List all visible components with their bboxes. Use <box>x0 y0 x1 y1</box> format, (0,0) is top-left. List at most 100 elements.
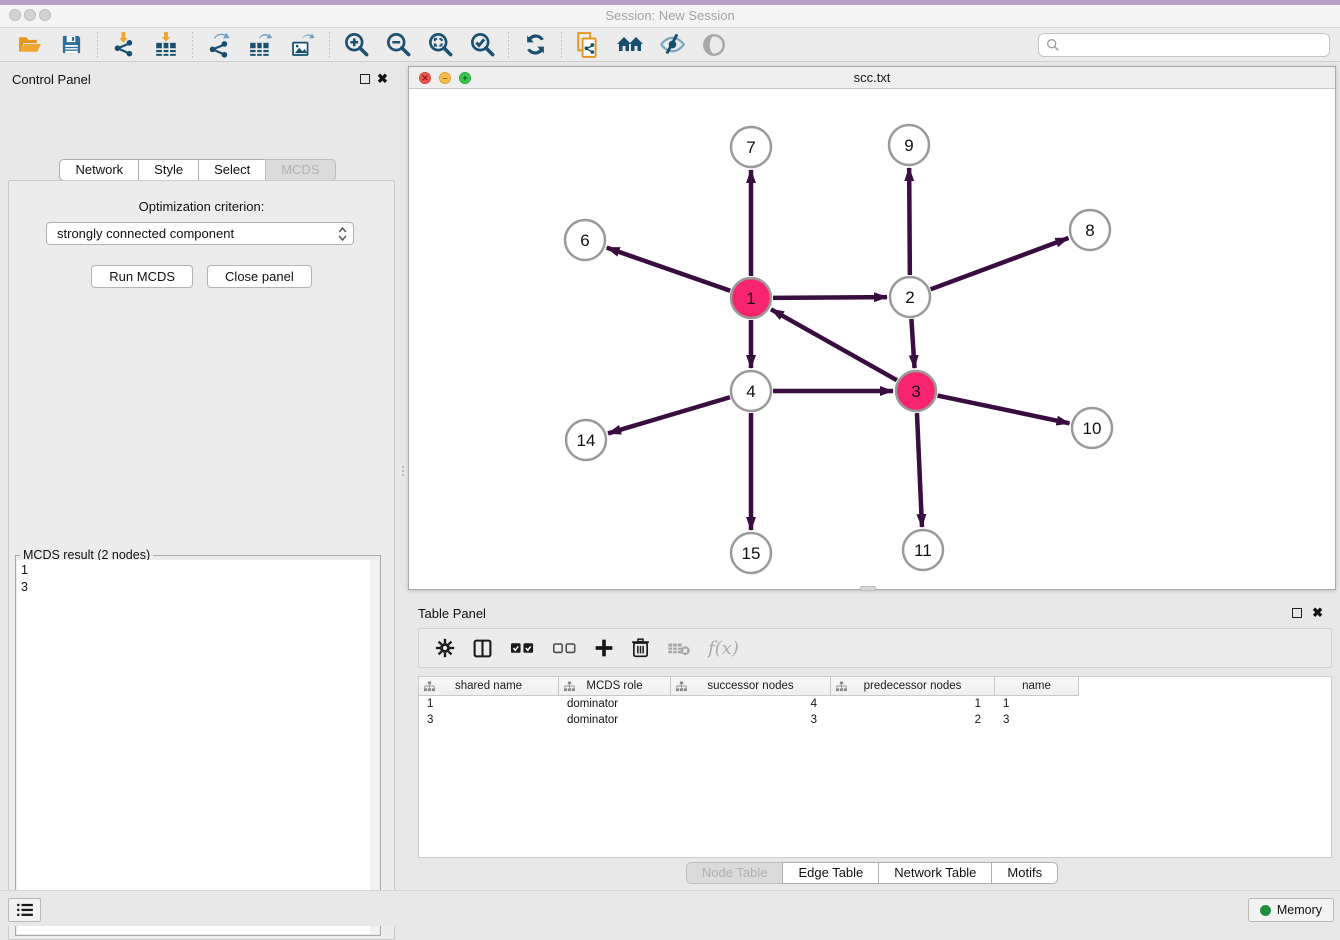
close-panel-button[interactable]: Close panel <box>207 265 312 288</box>
toolbar-separator <box>508 32 509 58</box>
quick-search-box[interactable] <box>1038 33 1330 57</box>
graph-edge-2-3[interactable] <box>911 319 914 368</box>
graph-edge-3-11[interactable] <box>917 413 922 527</box>
cell-name[interactable]: 3 <box>995 712 1079 728</box>
home-layout-button[interactable] <box>615 30 645 60</box>
eye-icon-disabled <box>701 32 727 58</box>
horizontal-splitter-handle[interactable] <box>860 586 876 591</box>
import-table-button[interactable] <box>151 30 181 60</box>
cell-shared_name[interactable]: 1 <box>419 696 559 712</box>
tab-mcds[interactable]: MCDS <box>265 159 335 181</box>
search-input[interactable] <box>1060 38 1329 52</box>
column-header-name[interactable]: name <box>995 677 1079 696</box>
deselect-all-checkboxes-icon[interactable] <box>552 641 577 655</box>
cell-mcds_role[interactable]: dominator <box>559 696 671 712</box>
network-window-titlebar[interactable]: ✕ – + scc.txt <box>409 67 1335 89</box>
graph-node-6[interactable]: 6 <box>565 220 605 260</box>
graph-node-label: 3 <box>911 382 920 401</box>
export-image-button[interactable] <box>288 30 318 60</box>
cell-mcds_role[interactable]: dominator <box>559 712 671 728</box>
column-selector-icon[interactable] <box>472 638 493 659</box>
memory-button[interactable]: Memory <box>1248 898 1334 922</box>
column-header-predecessor-nodes[interactable]: predecessor nodes <box>831 677 995 696</box>
graph-node-4[interactable]: 4 <box>731 371 771 411</box>
cell-predecessor_nodes[interactable]: 2 <box>831 712 995 728</box>
cell-predecessor_nodes[interactable]: 1 <box>831 696 995 712</box>
graph-node-15[interactable]: 15 <box>731 533 771 573</box>
table-row[interactable]: 1dominator411 <box>419 696 1331 712</box>
graph-node-7[interactable]: 7 <box>731 127 771 167</box>
tab-style[interactable]: Style <box>138 159 199 181</box>
zoom-fit-button[interactable] <box>425 30 455 60</box>
table-settings-gear-icon[interactable] <box>435 638 455 658</box>
cell-name[interactable]: 1 <box>995 696 1079 712</box>
graph-node-11[interactable]: 11 <box>903 530 943 570</box>
graph-node-3[interactable]: 3 <box>896 371 936 411</box>
column-header-shared-name[interactable]: shared name <box>419 677 559 696</box>
close-panel-icon[interactable]: ✖ <box>377 71 388 87</box>
edge-layer[interactable] <box>607 168 1070 530</box>
graph-node-label: 11 <box>914 541 932 560</box>
column-header-MCDS-role[interactable]: MCDS role <box>559 677 671 696</box>
graph-edge-2-8[interactable] <box>931 238 1069 289</box>
graph-node-9[interactable]: 9 <box>889 125 929 165</box>
open-file-button[interactable] <box>14 30 44 60</box>
mcds-result-text[interactable]: 13 <box>17 560 379 934</box>
export-network-button[interactable] <box>204 30 234 60</box>
cell-successor_nodes[interactable]: 3 <box>671 712 831 728</box>
tab-motifs[interactable]: Motifs <box>991 862 1058 884</box>
search-icon <box>1046 38 1060 52</box>
zoom-selected-icon <box>469 31 496 58</box>
network-graph[interactable]: 1 2 3 4 6 7 8 9 10 11 14 15 <box>409 89 1335 589</box>
tab-node-table[interactable]: Node Table <box>686 862 784 884</box>
cell-shared_name[interactable]: 3 <box>419 712 559 728</box>
tab-select[interactable]: Select <box>198 159 266 181</box>
column-header-successor-nodes[interactable]: successor nodes <box>671 677 831 696</box>
mcds-result-scrollbar[interactable] <box>370 560 379 934</box>
zoom-selected-button[interactable] <box>467 30 497 60</box>
stepper-arrows-icon <box>338 226 347 242</box>
criterion-dropdown[interactable]: strongly connected component <box>46 222 354 245</box>
select-all-checkboxes-icon[interactable] <box>510 641 535 655</box>
import-network-button[interactable] <box>109 30 139 60</box>
window-title: Session: New Session <box>0 8 1340 23</box>
show-all-button[interactable] <box>699 30 729 60</box>
run-mcds-button[interactable]: Run MCDS <box>91 265 193 288</box>
tab-network-table[interactable]: Network Table <box>878 862 992 884</box>
export-table-button[interactable] <box>246 30 276 60</box>
cell-successor_nodes[interactable]: 4 <box>671 696 831 712</box>
tab-network[interactable]: Network <box>59 159 139 181</box>
graph-node-2[interactable]: 2 <box>890 277 930 317</box>
graph-edge-1-6[interactable] <box>607 248 731 291</box>
duplicate-network-icon <box>575 32 601 58</box>
graph-node-label: 15 <box>742 544 761 563</box>
network-window-title: scc.txt <box>409 70 1335 85</box>
mcds-result-line: 3 <box>21 579 375 596</box>
graph-edge-3-10[interactable] <box>938 396 1070 424</box>
task-history-button[interactable] <box>8 898 41 922</box>
add-column-icon[interactable] <box>594 638 614 658</box>
hide-selected-button[interactable] <box>657 30 687 60</box>
open-folder-icon <box>17 32 42 57</box>
zoom-out-button[interactable] <box>383 30 413 60</box>
float-panel-icon[interactable] <box>360 74 370 84</box>
delete-table-icon-disabled <box>667 640 691 656</box>
close-table-panel-icon[interactable]: ✖ <box>1312 605 1323 621</box>
save-session-button[interactable] <box>56 30 86 60</box>
duplicate-network-button[interactable] <box>573 30 603 60</box>
graph-node-14[interactable]: 14 <box>566 420 606 460</box>
delete-column-trash-icon[interactable] <box>631 638 650 658</box>
tab-edge-table[interactable]: Edge Table <box>782 862 879 884</box>
float-table-panel-icon[interactable] <box>1292 608 1302 618</box>
table-row[interactable]: 3dominator323 <box>419 712 1331 728</box>
graph-edge-3-1[interactable] <box>771 309 897 380</box>
graph-node-8[interactable]: 8 <box>1070 210 1110 250</box>
graph-edge-4-14[interactable] <box>608 397 730 433</box>
refresh-view-button[interactable] <box>520 30 550 60</box>
graph-node-10[interactable]: 10 <box>1072 408 1112 448</box>
graph-edge-1-2[interactable] <box>773 297 887 298</box>
zoom-in-button[interactable] <box>341 30 371 60</box>
vertical-splitter-handle[interactable] <box>402 464 405 478</box>
graph-edge-2-9[interactable] <box>909 168 910 275</box>
graph-node-1[interactable]: 1 <box>731 278 771 318</box>
